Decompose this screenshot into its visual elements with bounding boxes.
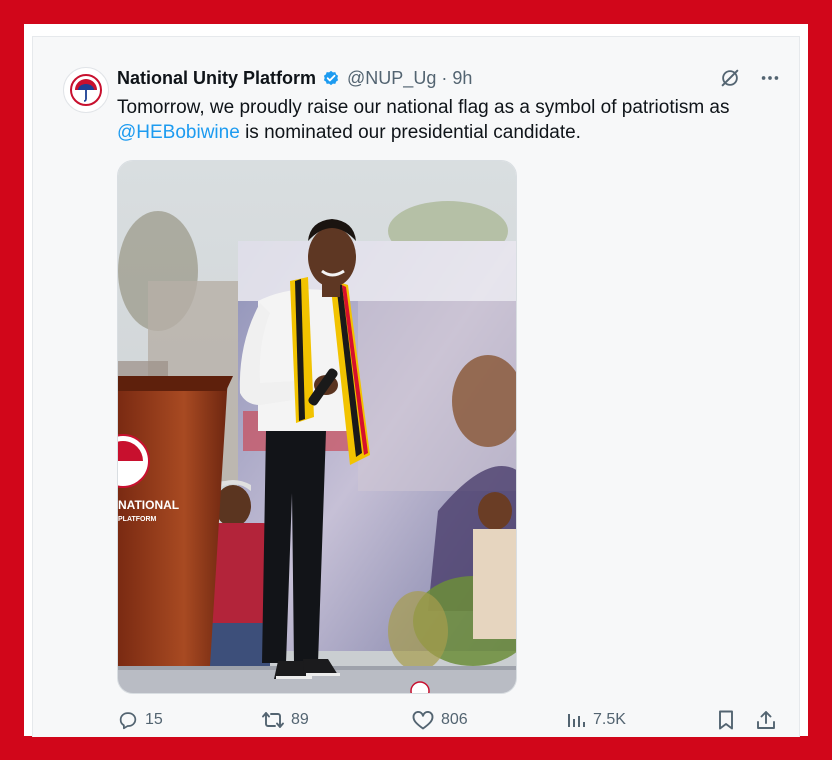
views-button[interactable]: 7.5K <box>565 709 626 731</box>
tweet-photo[interactable]: NATIONAL PLATFORM <box>117 160 517 694</box>
tweet-frame: National Unity Platform @NUP_Ug · 9h Tom… <box>24 24 808 737</box>
views-icon <box>565 709 587 731</box>
share-button[interactable] <box>755 709 777 731</box>
reply-button[interactable]: 15 <box>117 709 163 731</box>
reply-icon <box>117 709 139 731</box>
views-count: 7.5K <box>593 711 626 728</box>
like-icon <box>411 709 435 731</box>
mention-link[interactable]: @HEBobiwine <box>117 122 240 143</box>
podium-label-bottom: PLATFORM <box>118 516 157 523</box>
timestamp[interactable]: 9h <box>452 68 472 89</box>
tweet-top-actions <box>719 67 781 94</box>
repost-icon <box>261 709 285 731</box>
tweet-header: National Unity Platform @NUP_Ug · 9h <box>117 67 472 89</box>
avatar[interactable] <box>63 67 109 113</box>
tweet-text-end: is nominated our presidential candidate. <box>239 122 581 143</box>
like-button[interactable]: 806 <box>411 709 468 731</box>
nup-logo-icon <box>70 74 102 106</box>
share-icon <box>755 709 777 731</box>
bookmark-button[interactable] <box>715 709 737 731</box>
like-count: 806 <box>441 711 468 728</box>
grok-icon[interactable] <box>719 67 741 94</box>
author-name[interactable]: National Unity Platform <box>117 68 316 89</box>
podium-label-top: NATIONAL <box>118 498 179 512</box>
more-icon[interactable] <box>759 67 781 94</box>
separator-dot: · <box>441 67 448 88</box>
bookmark-icon <box>715 709 737 731</box>
repost-count: 89 <box>291 711 309 728</box>
tweet-card[interactable]: National Unity Platform @NUP_Ug · 9h Tom… <box>32 36 800 737</box>
repost-button[interactable]: 89 <box>261 709 309 731</box>
author-handle[interactable]: @NUP_Ug <box>347 68 436 89</box>
tweet-text: Tomorrow, we proudly raise our national … <box>117 95 767 145</box>
reply-count: 15 <box>145 711 163 728</box>
tweet-actions: 15 89 806 7.5K <box>117 709 785 737</box>
tweet-text-start: Tomorrow, we proudly raise our national … <box>117 97 730 118</box>
verified-badge-icon <box>321 68 341 88</box>
